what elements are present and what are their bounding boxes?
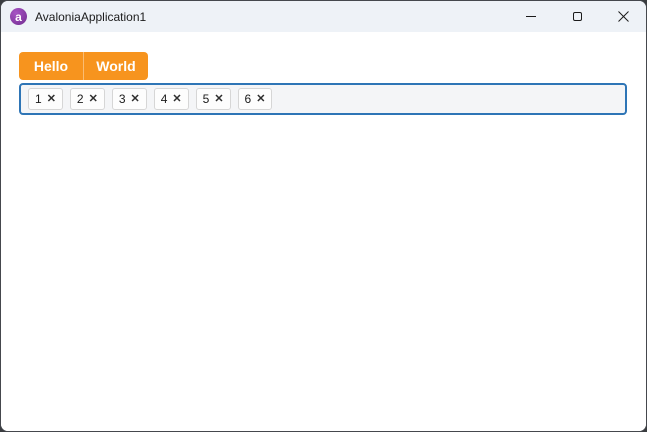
- chip-label: 1: [35, 92, 42, 106]
- tabstrip: Hello World: [19, 52, 148, 80]
- chip[interactable]: 1 ✕: [28, 88, 63, 110]
- tab-world[interactable]: World: [84, 52, 148, 80]
- minimize-icon: [526, 16, 536, 17]
- chip-label: 6: [244, 92, 252, 106]
- chip[interactable]: 6 ✕: [237, 88, 273, 110]
- minimize-button[interactable]: [508, 1, 554, 32]
- chip-remove-icon[interactable]: ✕: [131, 93, 140, 105]
- titlebar[interactable]: a AvaloniaApplication1: [1, 1, 646, 32]
- chip-label: 3: [118, 92, 126, 106]
- chip-label: 4: [160, 92, 168, 106]
- avalonia-logo-icon: a: [10, 8, 27, 25]
- chip[interactable]: 3 ✕: [111, 88, 147, 110]
- chip[interactable]: 2 ✕: [69, 88, 105, 110]
- window-content: Hello World 1 ✕ 2 ✕ 3 ✕ 4 ✕ 5 ✕ 6 ✕: [1, 32, 646, 431]
- chip-remove-icon[interactable]: ✕: [47, 93, 56, 105]
- chip[interactable]: 4 ✕: [153, 88, 189, 110]
- close-button[interactable]: [600, 1, 646, 32]
- caption-buttons: [508, 1, 646, 32]
- chip-input-box[interactable]: 1 ✕ 2 ✕ 3 ✕ 4 ✕ 5 ✕ 6 ✕: [19, 83, 627, 115]
- chip-remove-icon[interactable]: ✕: [172, 93, 181, 105]
- chip[interactable]: 5 ✕: [195, 88, 231, 110]
- chip-remove-icon[interactable]: ✕: [214, 93, 223, 105]
- close-icon: [617, 11, 629, 22]
- chip-remove-icon[interactable]: ✕: [256, 93, 265, 105]
- window-title: AvaloniaApplication1: [35, 9, 147, 24]
- chip-remove-icon[interactable]: ✕: [89, 93, 98, 105]
- maximize-icon: [572, 12, 582, 21]
- app-window: a AvaloniaApplication1 Hello World 1 ✕ 2…: [0, 0, 647, 432]
- chip-label: 5: [202, 92, 210, 106]
- chip-label: 2: [76, 92, 84, 106]
- tab-hello[interactable]: Hello: [19, 52, 83, 80]
- maximize-button[interactable]: [554, 1, 600, 32]
